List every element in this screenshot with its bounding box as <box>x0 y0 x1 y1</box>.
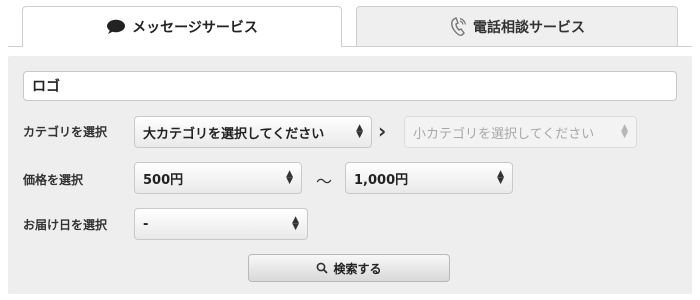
search-button-label: 検索する <box>333 261 382 276</box>
tab-message-service-label: メッセージサービス <box>132 20 258 36</box>
delivery-label: お届け日を選択 <box>23 218 108 232</box>
phone-icon <box>449 16 467 37</box>
minor-category-value: 小カテゴリを選択してください <box>413 126 595 142</box>
tab-message-service[interactable]: メッセージサービス <box>22 6 342 47</box>
keyword-input-value: ロゴ <box>32 79 60 95</box>
price-max-value: 1,000円 <box>354 172 409 188</box>
search-panel: ロゴ カテゴリを選択 大カテゴリを選択してください ▲ ▼ › 小カテゴリを選択し… <box>8 56 692 294</box>
select-arrows-icon: ▲ ▼ <box>621 123 628 140</box>
minor-category-select[interactable]: 小カテゴリを選択してください ▲ ▼ <box>404 116 637 148</box>
category-label: カテゴリを選択 <box>23 125 108 139</box>
price-range-separator: 〜 <box>316 172 333 191</box>
select-arrows-icon: ▲ ▼ <box>356 123 363 140</box>
major-category-select[interactable]: 大カテゴリを選択してください ▲ ▼ <box>134 116 372 148</box>
select-arrows-icon: ▲ ▼ <box>497 169 504 186</box>
keyword-input[interactable]: ロゴ <box>23 71 677 101</box>
tab-phone-service-label: 電話相談サービス <box>473 19 585 36</box>
magnifier-icon <box>316 262 329 274</box>
select-arrows-icon: ▲ ▼ <box>292 215 299 232</box>
chevron-right-icon: › <box>378 119 387 143</box>
speech-bubble-icon <box>106 19 126 35</box>
price-min-select[interactable]: 500円 ▲ ▼ <box>134 162 302 194</box>
select-arrows-icon: ▲ ▼ <box>286 169 293 186</box>
tab-phone-service[interactable]: 電話相談サービス <box>356 6 678 46</box>
delivery-date-select[interactable]: - ▲ ▼ <box>134 208 308 240</box>
price-label: 価格を選択 <box>23 173 84 187</box>
price-max-select[interactable]: 1,000円 ▲ ▼ <box>345 162 513 194</box>
search-button[interactable]: 検索する <box>248 254 450 282</box>
major-category-value: 大カテゴリを選択してください <box>143 126 325 142</box>
price-min-value: 500円 <box>143 172 184 188</box>
delivery-date-value: - <box>143 216 149 232</box>
